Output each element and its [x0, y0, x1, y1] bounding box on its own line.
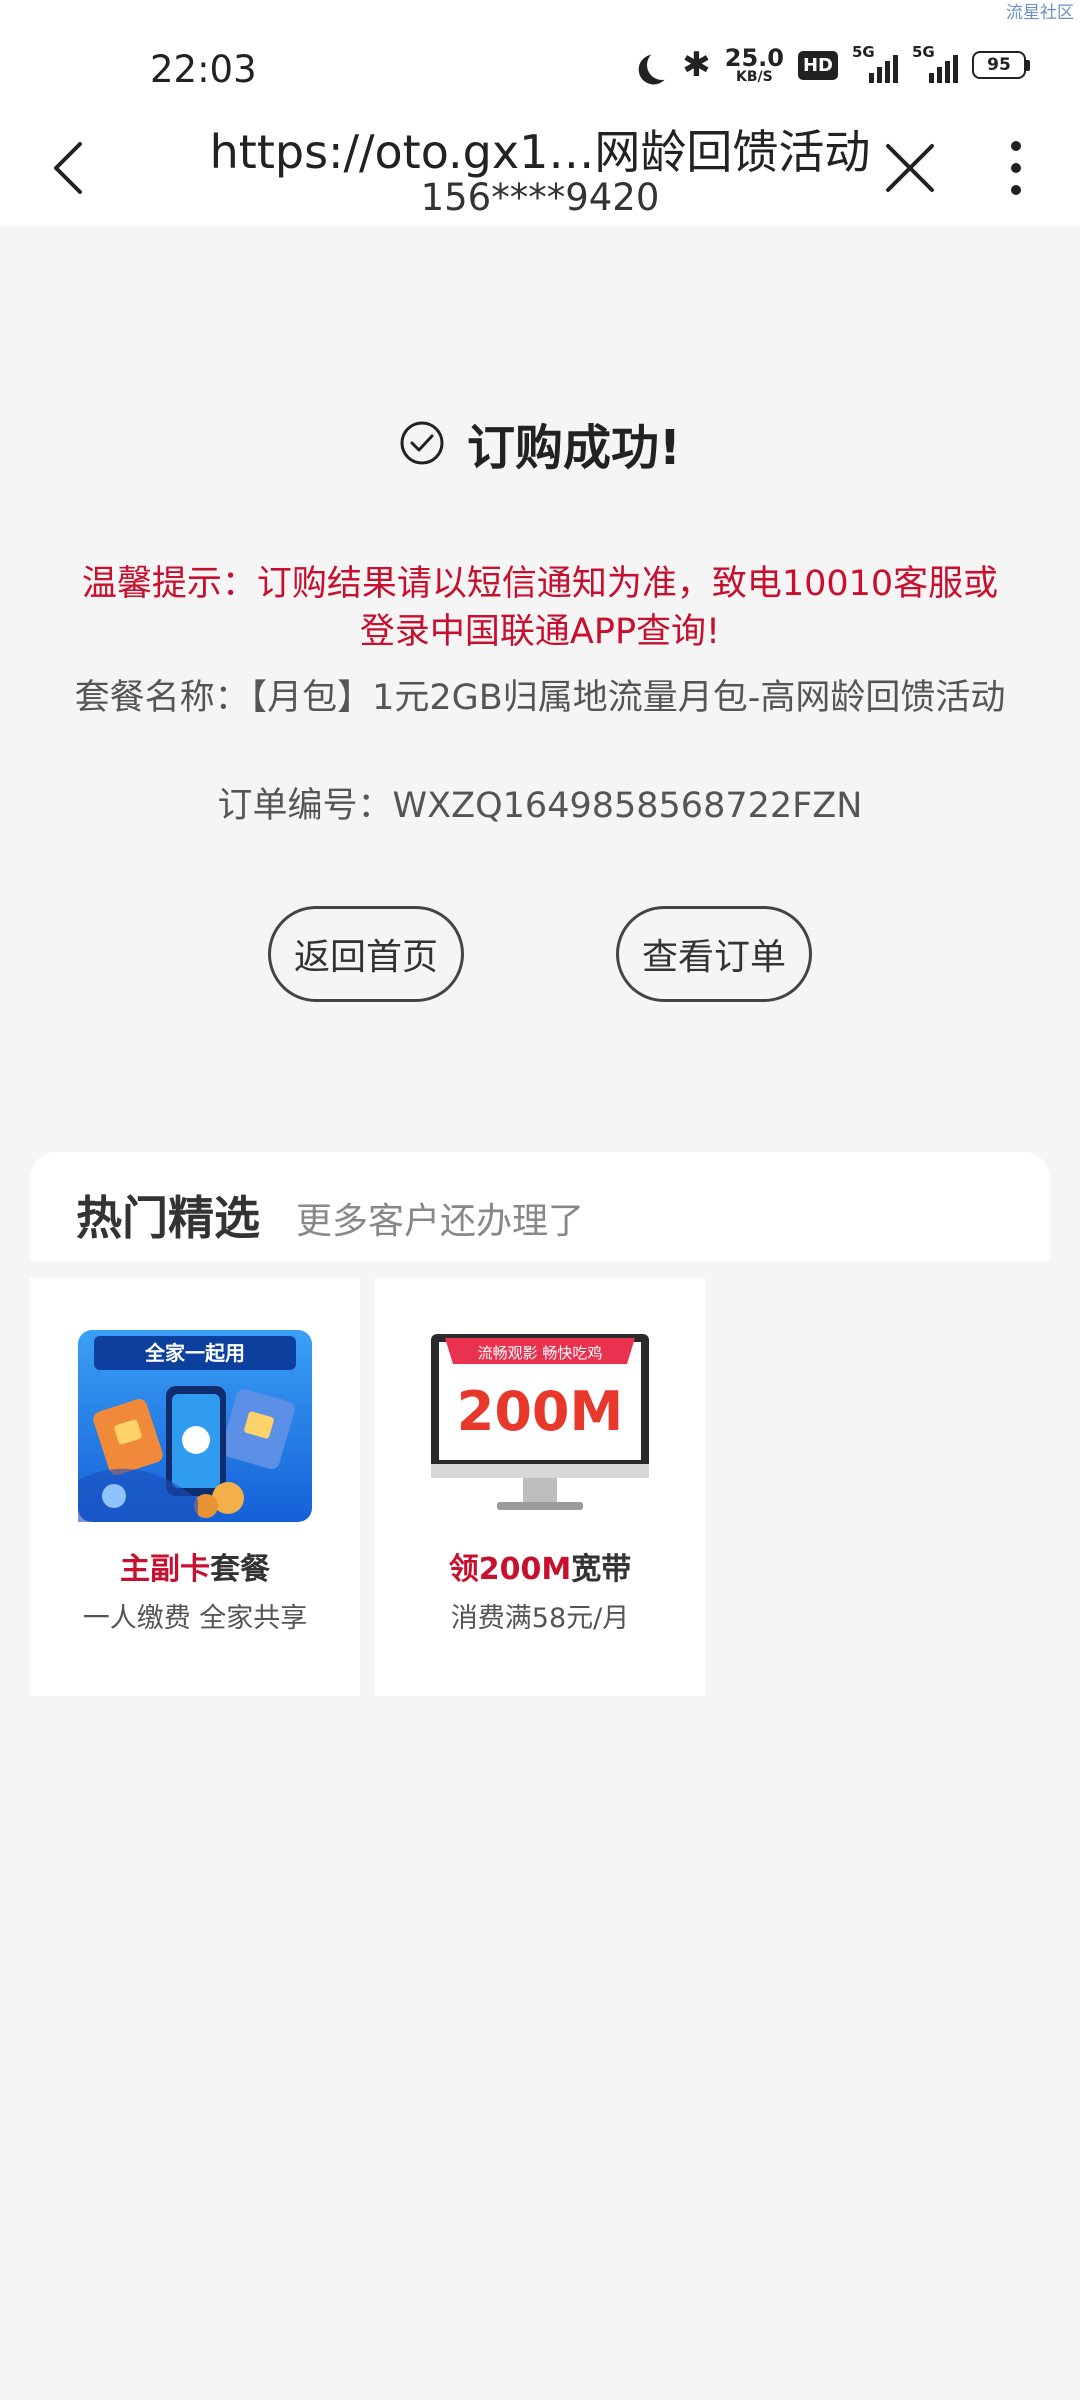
package-name: 套餐名称：【月包】1元2GB归属地流量月包-高网龄回馈活动 [74, 678, 1006, 718]
page-url: https://oto.gx1…网龄回馈活动 [209, 125, 871, 179]
network-speed-value: 25.0 [724, 44, 784, 72]
broadband-title: 领200M宽带 [375, 1544, 705, 1588]
hd-icon: HD [797, 50, 838, 80]
family-plan-title-rest: 套餐 [210, 1552, 270, 1587]
broadband-banner-text: 流畅观影 畅快吃鸡 [478, 1344, 603, 1362]
battery-icon: 95 [972, 51, 1030, 79]
status-time: 22:03 [150, 48, 257, 91]
broadband-desc: 消费满58元/月 [450, 1603, 630, 1634]
notice-text: 温馨提示：订购结果请以短信通知为准，致电10010客服或登录中国联通APP查询! [81, 564, 999, 652]
signal-icon-2: 5G [912, 43, 958, 83]
network-speed: 25.0 KB/S [725, 46, 784, 84]
check-circle-icon [400, 421, 444, 465]
hot-picks-header: 热门精选 更多客户还办理了 [30, 1152, 1050, 1262]
more-vertical-icon[interactable] [1000, 138, 1032, 198]
return-home-button[interactable]: 返回首页 [268, 906, 464, 1002]
moon-icon [645, 48, 680, 83]
signal-icon-1: 5G [852, 43, 898, 83]
close-icon[interactable] [884, 142, 936, 194]
network-speed-unit: KB/S [736, 69, 773, 85]
family-plan-desc: 一人缴费 全家共享 [82, 1603, 308, 1634]
browser-header: https://oto.gx1…网龄回馈活动 156****9420 [0, 112, 1080, 226]
family-plan-image: 全家一起用 [78, 1330, 312, 1522]
status-icons: ✱ 25.0 KB/S HD 5G 5G 95 [638, 43, 1030, 85]
family-plan-banner-text: 全家一起用 [144, 1341, 245, 1365]
back-arrow-icon[interactable] [48, 140, 88, 196]
hot-picks-title: 热门精选 [76, 1191, 260, 1245]
product-card-family-plan[interactable]: 全家一起用 主副卡套餐 一人缴费 全家共享 [30, 1278, 360, 1696]
broadband-title-highlight: 领200M [448, 1552, 572, 1587]
battery-level: 95 [972, 51, 1026, 79]
broadband-title-rest: 宽带 [571, 1552, 632, 1587]
broadband-image-text: 200M [457, 1380, 623, 1443]
status-bar: 流星社区 22:03 ✱ 25.0 KB/S HD 5G 5G 95 [0, 0, 1080, 120]
product-card-broadband[interactable]: 流畅观影 畅快吃鸡 200M 领200M宽带 消费满58元/月 [375, 1278, 705, 1696]
success-title: 订购成功! [467, 420, 681, 476]
broadband-monitor-image: 流畅观影 畅快吃鸡 200M [431, 1334, 649, 1510]
bluetooth-icon: ✱ [682, 45, 711, 85]
order-number: 订单编号：WXZQ1649858568722FZN [217, 786, 863, 826]
phone-number: 156****9420 [420, 176, 660, 219]
success-header: 订购成功! [0, 408, 1080, 478]
watermark-text: 流星社区 [1006, 3, 1074, 23]
family-plan-title: 主副卡套餐 [30, 1544, 360, 1588]
view-orders-button[interactable]: 查看订单 [616, 906, 812, 1002]
hot-picks-subtitle: 更多客户还办理了 [296, 1201, 585, 1242]
family-plan-title-highlight: 主副卡 [120, 1552, 210, 1587]
